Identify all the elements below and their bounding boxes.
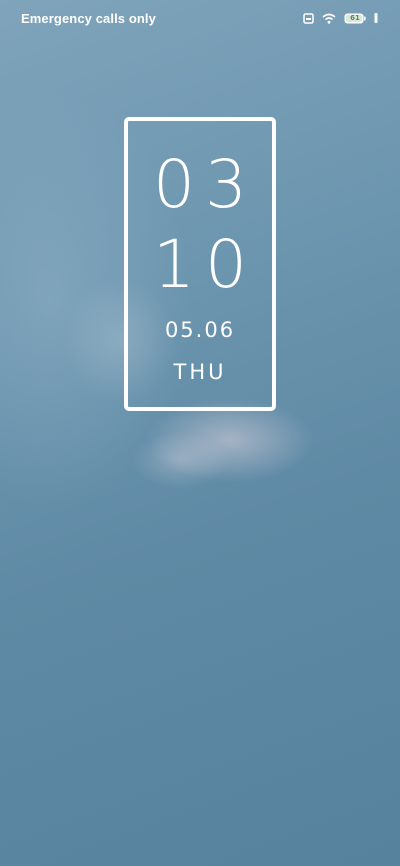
status-icons: 61: [303, 12, 378, 24]
wifi-icon: [322, 13, 336, 24]
carrier-status-text: Emergency calls only: [21, 10, 156, 26]
clock-date: 05.06: [164, 318, 236, 342]
clock-hours: 03: [153, 146, 257, 223]
clock-minutes: 10: [153, 226, 257, 303]
charging-icon: [374, 13, 378, 23]
battery-icon: 61: [344, 13, 366, 24]
battery-level-text: 61: [350, 13, 360, 22]
lockscreen-clock: 03 10 05.06 THU: [124, 117, 276, 411]
status-bar: Emergency calls only 61: [0, 0, 400, 36]
sim-card-icon: [303, 12, 314, 24]
clock-weekday: THU: [173, 360, 227, 384]
